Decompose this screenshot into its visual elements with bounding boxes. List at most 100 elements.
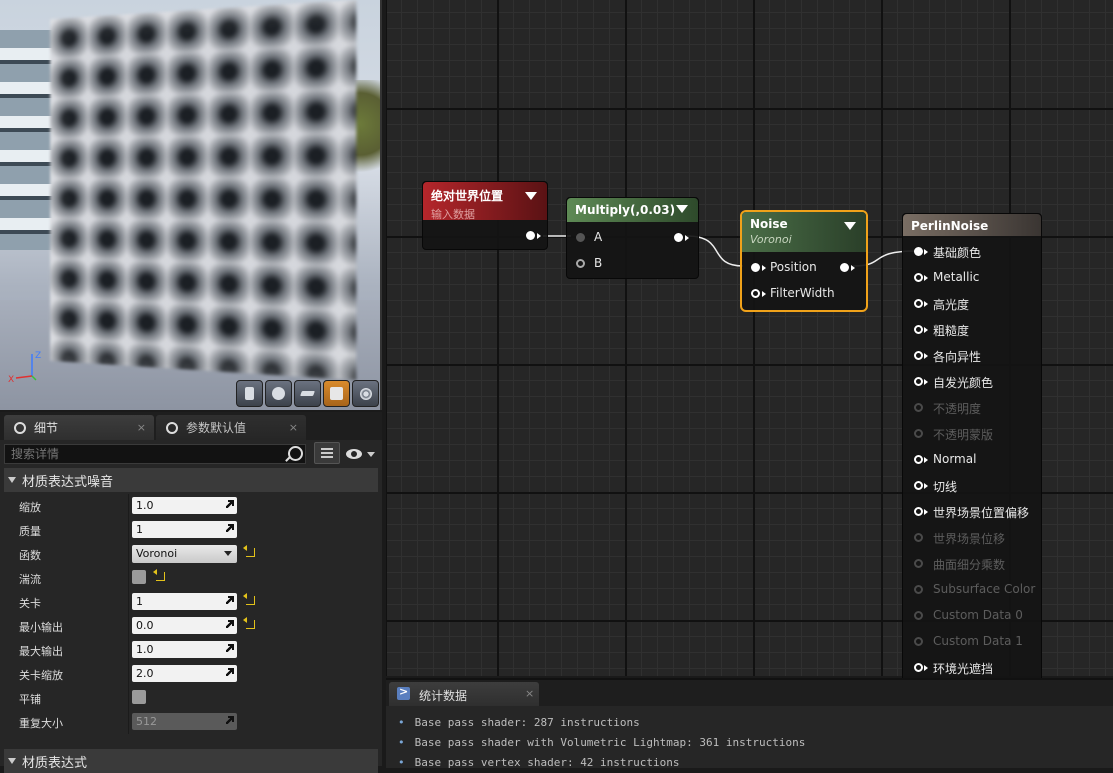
- material-preview-viewport[interactable]: Z X: [0, 0, 382, 410]
- details-panel: 细节 × 参数默认值 × 材质表达式噪音 缩放 1.0 质量 1 函数 Voronoi 湍流…: [0, 412, 382, 773]
- node-header: 绝对世界位置 输入数据: [423, 182, 547, 221]
- property-row: 质量 1: [4, 518, 378, 542]
- node-noise[interactable]: Noise Voronoi Position FilterWidth: [740, 210, 868, 312]
- preview-sphere-button[interactable]: [265, 380, 292, 407]
- node-title: Noise: [750, 217, 788, 231]
- dropdown-arrow-icon[interactable]: [676, 205, 688, 213]
- node-absolute-world-position[interactable]: 绝对世界位置 输入数据: [422, 181, 548, 250]
- column-divider: [128, 710, 129, 734]
- number-input: 512: [132, 713, 237, 730]
- pin-arrow-icon: [924, 275, 928, 281]
- input-pin[interactable]: [914, 299, 923, 308]
- reset-to-default-icon[interactable]: [243, 545, 255, 557]
- input-pin[interactable]: [914, 507, 923, 516]
- function-dropdown[interactable]: Voronoi: [132, 545, 237, 563]
- stats-tab-bar: 统计数据 ×: [386, 680, 1113, 706]
- pin-label: Subsurface Color: [933, 582, 1036, 596]
- stat-text: Base pass vertex shader: 42 instructions: [414, 756, 680, 769]
- property-label: 湍流: [19, 573, 41, 586]
- node-header: Noise Voronoi: [742, 212, 866, 252]
- pin-label: 环境光遮挡: [933, 662, 994, 676]
- node-perlinnoise-material-result[interactable]: PerlinNoise 基础颜色 Metallic 高光度 粗糙度 各向异性 自发光颜色不…: [902, 213, 1042, 685]
- checkbox[interactable]: [132, 570, 146, 584]
- pin-label: 不透明度: [933, 402, 982, 416]
- property-matrix-button[interactable]: [314, 442, 340, 464]
- input-pin-a[interactable]: [576, 233, 585, 242]
- expand-arrow-icon: [226, 668, 234, 676]
- input-pin[interactable]: [914, 273, 923, 282]
- input-pin-filterwidth[interactable]: [751, 289, 760, 298]
- svg-text:X: X: [8, 375, 14, 384]
- preview-cube-button[interactable]: [323, 380, 350, 407]
- input-pin[interactable]: [914, 481, 923, 490]
- stat-line: • Base pass shader with Volumetric Lightm…: [398, 736, 805, 749]
- number-input[interactable]: 1.0: [132, 641, 237, 658]
- input-pin-position[interactable]: [751, 263, 760, 272]
- pin-label-position: Position: [770, 260, 817, 274]
- number-input[interactable]: 1: [132, 521, 237, 538]
- view-options-button[interactable]: [346, 446, 376, 462]
- search-details-input[interactable]: [4, 444, 306, 464]
- chevron-down-icon: [224, 551, 232, 556]
- pin-label: 世界场景位置偏移: [933, 506, 1030, 520]
- property-row: 平铺: [4, 686, 378, 710]
- preview-plane-button[interactable]: [294, 380, 321, 407]
- pin-arrow-icon: [924, 327, 928, 333]
- reset-to-default-icon[interactable]: [243, 593, 255, 605]
- input-pin[interactable]: [914, 403, 923, 412]
- input-pin[interactable]: [914, 351, 923, 360]
- number-input[interactable]: 2.0: [132, 665, 237, 682]
- number-input[interactable]: 1: [132, 593, 237, 610]
- output-pin[interactable]: [674, 233, 683, 242]
- pin-label: 不透明蒙版: [933, 428, 994, 442]
- input-pin[interactable]: [914, 663, 923, 672]
- column-divider: [128, 494, 129, 518]
- node-multiply[interactable]: Multiply(,0.03) A B: [566, 197, 699, 279]
- input-pin[interactable]: [914, 325, 923, 334]
- input-pin[interactable]: [914, 429, 923, 438]
- reset-to-default-icon[interactable]: [243, 617, 255, 629]
- close-icon[interactable]: ×: [525, 687, 534, 700]
- tab-parameter-defaults[interactable]: 参数默认值 ×: [156, 415, 306, 440]
- property-label: 关卡缩放: [19, 669, 63, 682]
- column-divider: [128, 566, 129, 590]
- section-expression-header[interactable]: 材质表达式: [4, 749, 378, 773]
- stat-line: • Base pass vertex shader: 42 instruction…: [398, 756, 680, 769]
- details-search-row: [4, 442, 378, 466]
- dropdown-arrow-icon[interactable]: [844, 222, 856, 230]
- number-input[interactable]: 1.0: [132, 497, 237, 514]
- input-pin-b[interactable]: [576, 259, 585, 268]
- expand-arrow-icon: [226, 644, 234, 652]
- input-pin[interactable]: [914, 611, 923, 620]
- close-icon[interactable]: ×: [137, 421, 146, 434]
- tab-details-label: 细节: [34, 421, 59, 435]
- checkbox[interactable]: [132, 690, 146, 704]
- reset-to-default-icon[interactable]: [153, 569, 165, 581]
- preview-custom-mesh-button[interactable]: [352, 380, 379, 407]
- input-pin[interactable]: [914, 637, 923, 646]
- preview-cylinder-button[interactable]: [236, 380, 263, 407]
- section-noise-header[interactable]: 材质表达式噪音: [4, 468, 378, 492]
- pin-arrow-icon: [924, 353, 928, 359]
- close-icon[interactable]: ×: [289, 421, 298, 434]
- input-pin[interactable]: [914, 533, 923, 542]
- input-pin[interactable]: [914, 247, 923, 256]
- tab-details[interactable]: 细节 ×: [4, 415, 154, 440]
- node-header: PerlinNoise: [903, 214, 1041, 236]
- tab-stats[interactable]: 统计数据 ×: [389, 682, 539, 706]
- column-divider: [128, 638, 129, 662]
- dropdown-arrow-icon[interactable]: [525, 192, 537, 200]
- output-pin[interactable]: [840, 263, 849, 272]
- section-expression-title: 材质表达式: [22, 755, 88, 771]
- search-icon[interactable]: [288, 446, 303, 461]
- input-pin[interactable]: [914, 377, 923, 386]
- pin-label: 自发光颜色: [933, 376, 994, 390]
- property-label: 关卡: [19, 597, 41, 610]
- number-input[interactable]: 0.0: [132, 617, 237, 634]
- stats-panel: 统计数据 × • Base pass shader: 287 instructio…: [386, 678, 1113, 769]
- input-pin[interactable]: [914, 585, 923, 594]
- input-pin[interactable]: [914, 559, 923, 568]
- pin-arrow-icon: [685, 235, 689, 241]
- output-pin[interactable]: [526, 231, 535, 240]
- input-pin[interactable]: [914, 455, 923, 464]
